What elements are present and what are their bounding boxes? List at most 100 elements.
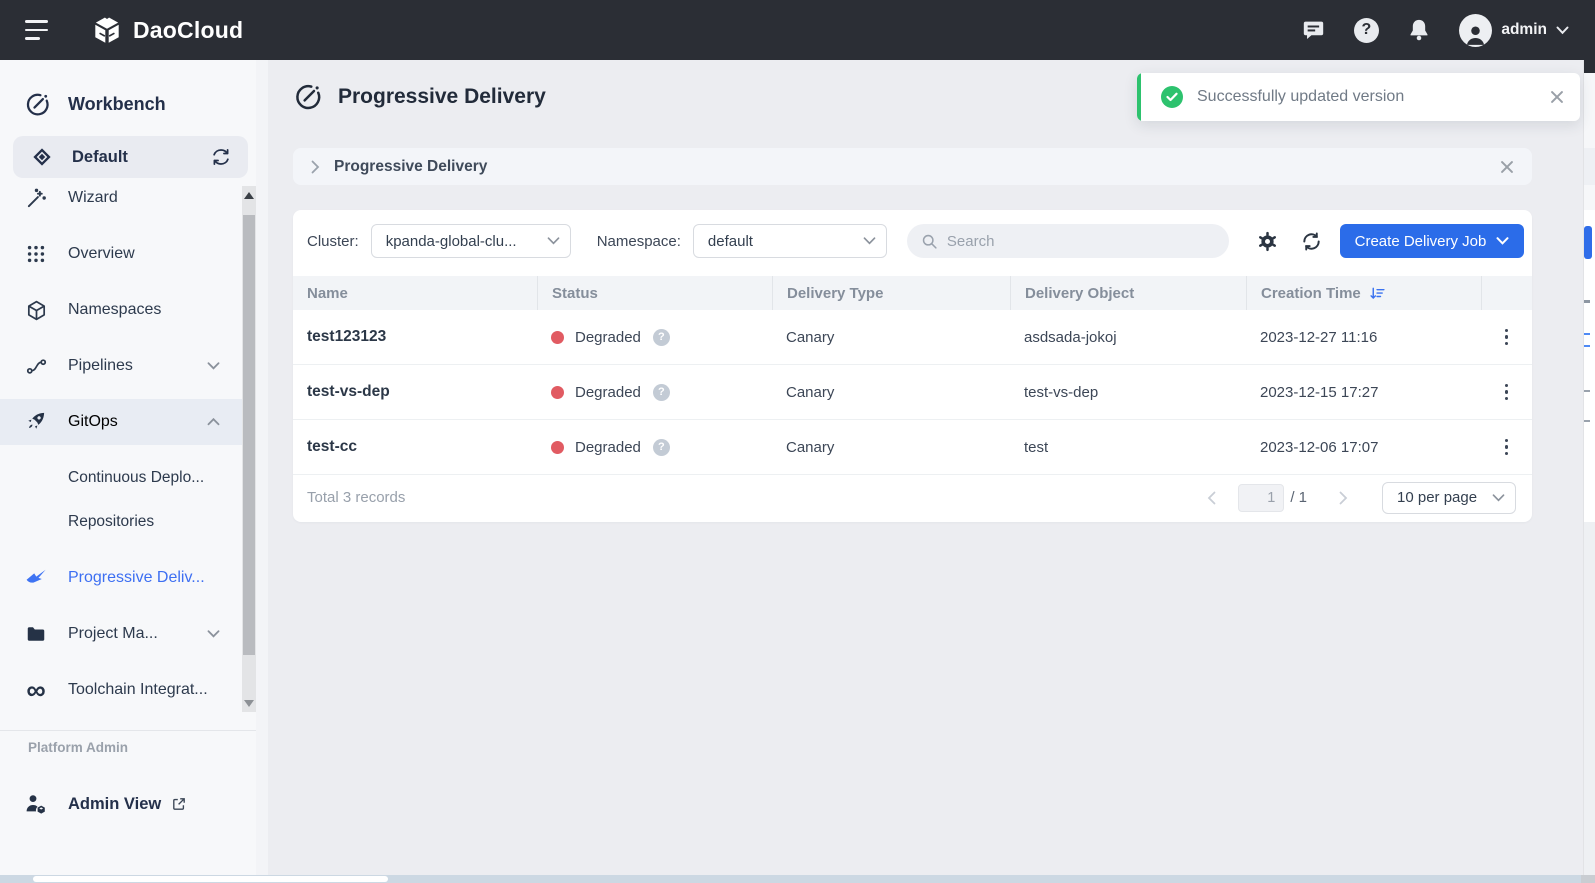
sidebar-item-project-management[interactable]: Project Ma... <box>0 606 242 662</box>
search-input[interactable]: Search <box>907 224 1229 258</box>
settings-gear-icon[interactable] <box>1255 229 1279 253</box>
namespace-value: default <box>708 233 863 250</box>
cell-delivery-object: test <box>1010 439 1246 456</box>
username: admin <box>1501 21 1547 39</box>
table-row[interactable]: test-vs-dep Degraded ? Canary test-vs-de… <box>293 365 1532 420</box>
horizontal-scrollbar[interactable] <box>0 875 1595 883</box>
page-title: Progressive Delivery <box>338 85 546 109</box>
overflow-sliver <box>1583 60 1595 875</box>
infinity-icon: ∞ <box>24 678 48 702</box>
row-actions-kebab-icon[interactable] <box>1505 384 1509 401</box>
sidebar-item-label: Namespaces <box>68 301 161 319</box>
topbar: DaoCloud ? admin <box>0 0 1595 60</box>
hamburger-menu-icon[interactable] <box>25 20 48 40</box>
sidebar-item-wizard[interactable]: Wizard <box>0 170 242 226</box>
workbench-label: Workbench <box>68 94 166 115</box>
cell-creation-time: 2023-12-15 17:27 <box>1246 384 1481 401</box>
namespace-select[interactable]: default <box>693 224 887 258</box>
workspace-label: Default <box>72 148 128 167</box>
status-help-icon[interactable]: ? <box>653 384 670 401</box>
sidebar-item-label: Repositories <box>68 513 154 531</box>
sidebar-item-continuous-deployment[interactable]: Continuous Deplo... <box>0 456 242 500</box>
cell-actions <box>1481 329 1532 346</box>
content-gap <box>256 60 268 875</box>
create-delivery-job-button[interactable]: Create Delivery Job <box>1340 224 1524 258</box>
column-header-name: Name <box>293 276 537 310</box>
overview-icon <box>24 242 48 266</box>
help-icon[interactable]: ? <box>1353 17 1379 43</box>
sidebar-item-namespaces[interactable]: Namespaces <box>0 282 242 338</box>
daocloud-logo-icon <box>90 13 124 47</box>
cluster-select[interactable]: kpanda-global-clu... <box>371 224 571 258</box>
wizard-icon <box>24 186 48 210</box>
sidebar-item-label: GitOps <box>68 413 118 431</box>
status-dot-icon <box>551 441 564 454</box>
toast-notification: Successfully updated version <box>1137 73 1580 121</box>
avatar <box>1459 14 1492 47</box>
status-help-icon[interactable]: ? <box>653 439 670 456</box>
page-total: / 1 <box>1290 489 1307 506</box>
sidebar-item-label: Continuous Deplo... <box>68 469 204 487</box>
page-title-icon <box>293 82 323 112</box>
row-actions-kebab-icon[interactable] <box>1505 439 1509 456</box>
sidebar: Workbench Default Wizard Overview Na <box>0 60 256 875</box>
prev-page-icon[interactable] <box>1199 491 1224 505</box>
breadcrumb: Progressive Delivery <box>293 148 1532 185</box>
total-records: Total 3 records <box>307 489 405 506</box>
toast-close-icon[interactable] <box>1550 90 1564 104</box>
user-menu[interactable]: admin <box>1459 14 1569 47</box>
sidebar-item-admin-view[interactable]: Admin View <box>0 784 242 824</box>
chevron-down-icon <box>207 625 220 643</box>
chevron-down-icon <box>207 357 220 375</box>
sidebar-item-progressive-delivery[interactable]: Progressive Deliv... <box>0 550 242 606</box>
cluster-value: kpanda-global-clu... <box>386 233 547 250</box>
status-help-icon[interactable]: ? <box>653 329 670 346</box>
create-button-label: Create Delivery Job <box>1355 233 1487 250</box>
scroll-up-icon[interactable] <box>242 188 256 202</box>
row-actions-kebab-icon[interactable] <box>1505 329 1509 346</box>
refresh-icon[interactable] <box>1299 229 1323 253</box>
sort-descending-icon[interactable] <box>1369 285 1386 302</box>
toast-accent-bar <box>1137 73 1141 121</box>
column-header-actions <box>1481 276 1532 310</box>
cell-name: test-vs-dep <box>293 383 537 401</box>
sidebar-item-pipelines[interactable]: Pipelines <box>0 338 242 394</box>
messages-icon[interactable] <box>1300 17 1326 43</box>
breadcrumb-item[interactable]: Progressive Delivery <box>334 158 487 176</box>
cell-creation-time: 2023-12-06 17:07 <box>1246 439 1481 456</box>
search-placeholder: Search <box>947 233 995 250</box>
table-footer: Total 3 records 1 / 1 10 per page <box>293 475 1532 520</box>
scrollbar-thumb[interactable] <box>243 215 255 655</box>
cell-delivery-type: Canary <box>772 439 1010 456</box>
table-row[interactable]: test-cc Degraded ? Canary test 2023-12-0… <box>293 420 1532 475</box>
per-page-select[interactable]: 10 per page <box>1382 482 1516 514</box>
chevron-down-icon <box>863 237 876 245</box>
breadcrumb-close-icon[interactable] <box>1500 160 1514 174</box>
sidebar-item-repositories[interactable]: Repositories <box>0 500 242 544</box>
sidebar-item-overview[interactable]: Overview <box>0 226 242 282</box>
admin-view-label: Admin View <box>68 795 161 814</box>
search-icon <box>921 233 938 250</box>
breadcrumb-chevron-icon <box>311 160 320 174</box>
cell-status: Degraded ? <box>537 329 772 346</box>
page-input[interactable]: 1 <box>1238 484 1284 512</box>
next-page-icon[interactable] <box>1331 491 1356 505</box>
cell-creation-time: 2023-12-27 11:16 <box>1246 329 1481 346</box>
external-link-icon <box>171 796 187 812</box>
sidebar-divider <box>0 730 256 731</box>
chevron-up-icon <box>207 413 220 431</box>
sidebar-scrollbar[interactable] <box>242 186 256 712</box>
table-row[interactable]: test123123 Degraded ? Canary asdsada-jok… <box>293 310 1532 365</box>
notifications-icon[interactable] <box>1406 17 1432 43</box>
scroll-down-icon[interactable] <box>242 696 256 710</box>
sidebar-workbench[interactable]: Workbench <box>0 84 242 124</box>
user-chevron-down-icon <box>1556 26 1569 35</box>
column-header-status: Status <box>537 276 772 310</box>
status-dot-icon <box>551 331 564 344</box>
sidebar-item-gitops[interactable]: GitOps <box>0 394 242 450</box>
switch-workspace-icon[interactable] <box>210 146 232 168</box>
cell-actions <box>1481 439 1532 456</box>
sidebar-item-toolchain-integration[interactable]: ∞ Toolchain Integrat... <box>0 662 242 718</box>
horizontal-scrollbar-thumb[interactable] <box>33 876 388 882</box>
cell-name: test123123 <box>293 328 537 346</box>
